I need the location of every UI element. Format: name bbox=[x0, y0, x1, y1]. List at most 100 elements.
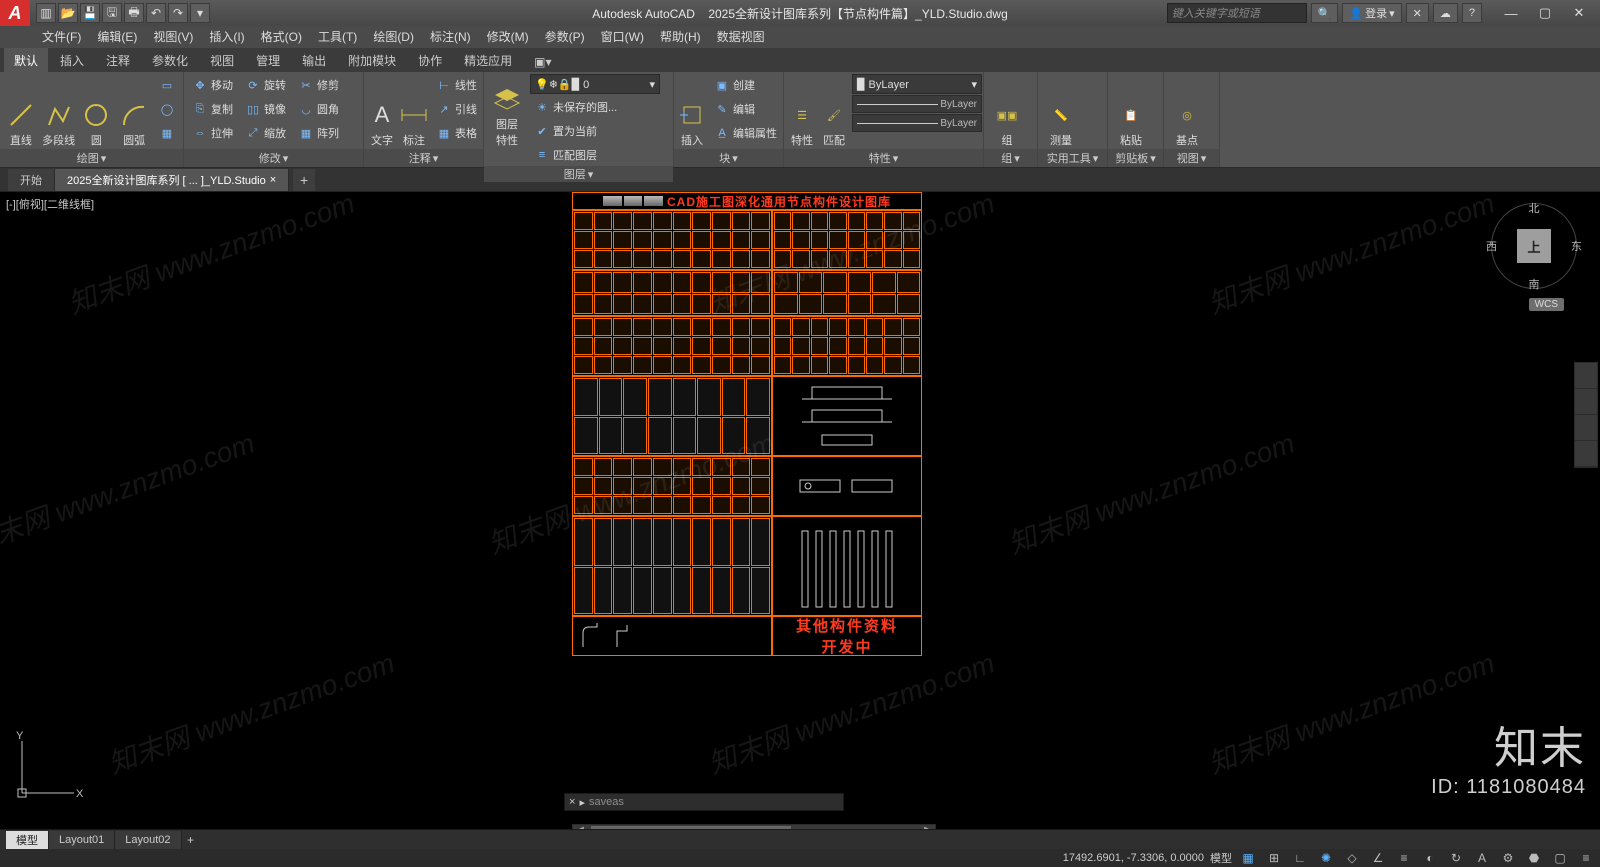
panel-title-layers[interactable]: 图层 ▾ bbox=[484, 166, 673, 182]
qat-dropdown-icon[interactable]: ▾ bbox=[190, 3, 210, 23]
leader-button[interactable]: ↗引线 bbox=[432, 98, 481, 120]
menu-format[interactable]: 格式(O) bbox=[253, 26, 310, 48]
hardware-accel-icon[interactable]: ⬣ bbox=[1524, 850, 1544, 866]
layer-props-button[interactable]: 图层 特性 bbox=[488, 74, 526, 148]
minimize-button[interactable]: — bbox=[1494, 0, 1528, 26]
layout-tab-1[interactable]: Layout01 bbox=[49, 831, 115, 849]
viewport-label[interactable]: [-][俯视][二维线框] bbox=[6, 196, 94, 212]
menu-param[interactable]: 参数(P) bbox=[537, 26, 593, 48]
arc-button[interactable]: 圆弧 bbox=[117, 74, 151, 148]
a360-icon[interactable]: ☁ bbox=[1433, 3, 1458, 23]
menu-dataview[interactable]: 数据视图 bbox=[709, 26, 773, 48]
new-tab-button[interactable]: + bbox=[293, 169, 315, 191]
panel-title-draw[interactable]: 绘图 ▾ bbox=[0, 149, 183, 167]
matchprop-button[interactable]: 🖌 匹配 bbox=[820, 74, 848, 148]
menu-draw[interactable]: 绘图(D) bbox=[365, 26, 422, 48]
annotation-scale-icon[interactable]: A bbox=[1472, 850, 1492, 866]
panel-title-utilities[interactable]: 实用工具 ▾ bbox=[1038, 149, 1107, 167]
edit-block-button[interactable]: ✎编辑 bbox=[710, 98, 781, 120]
group-button[interactable]: ▣▣ 组 bbox=[988, 74, 1026, 148]
wcs-label[interactable]: WCS bbox=[1529, 298, 1564, 311]
viewcube-west[interactable]: 西 bbox=[1486, 238, 1497, 254]
mirror-button[interactable]: ▯▯镜像 bbox=[241, 98, 290, 120]
ribbon-tab-expand-icon[interactable]: ▣▾ bbox=[524, 51, 561, 72]
qat-plot-icon[interactable]: 🖶 bbox=[124, 3, 144, 23]
nav-bar[interactable] bbox=[1574, 362, 1598, 468]
lineweight-toggle-icon[interactable]: ≡ bbox=[1394, 850, 1414, 866]
clean-screen-icon[interactable]: ▢ bbox=[1550, 850, 1570, 866]
menu-dim[interactable]: 标注(N) bbox=[422, 26, 479, 48]
ellipse-icon[interactable]: ◯ bbox=[155, 98, 179, 120]
qat-saveas-icon[interactable]: 🖫 bbox=[102, 3, 122, 23]
status-mode[interactable]: 模型 bbox=[1210, 850, 1232, 866]
qat-open-icon[interactable]: 📂 bbox=[58, 3, 78, 23]
viewcube-east[interactable]: 东 bbox=[1571, 238, 1582, 254]
workspace-icon[interactable]: ⚙ bbox=[1498, 850, 1518, 866]
ribbon-tab-insert[interactable]: 插入 bbox=[50, 48, 94, 72]
menu-help[interactable]: 帮助(H) bbox=[652, 26, 709, 48]
dim-button[interactable]: 标注 bbox=[400, 74, 428, 148]
edit-attr-button[interactable]: A̲编辑属性 bbox=[710, 122, 781, 144]
insert-block-button[interactable]: 插入 bbox=[678, 74, 706, 148]
panel-title-clipboard[interactable]: 剪贴板 ▾ bbox=[1108, 149, 1163, 167]
layout-add-button[interactable]: + bbox=[182, 833, 200, 847]
polar-toggle-icon[interactable]: ✺ bbox=[1316, 850, 1336, 866]
search-go-icon[interactable]: 🔍 bbox=[1311, 3, 1339, 23]
viewcube[interactable]: 上 北 南 东 西 bbox=[1486, 198, 1582, 294]
cmd-close-icon[interactable]: × bbox=[569, 796, 575, 808]
menu-insert[interactable]: 插入(I) bbox=[201, 26, 252, 48]
layerstate-button[interactable]: ☀未保存的图... bbox=[530, 96, 660, 118]
customize-status-icon[interactable]: ≡ bbox=[1576, 850, 1596, 866]
qat-redo-icon[interactable]: ↷ bbox=[168, 3, 188, 23]
drawing-area[interactable]: [-][俯视][二维线框] 上 北 南 东 西 WCS X Y CAD施工图深化… bbox=[0, 192, 1600, 831]
qat-new-icon[interactable]: ▥ bbox=[36, 3, 56, 23]
ribbon-tab-addins[interactable]: 附加模块 bbox=[338, 48, 406, 72]
scale-button[interactable]: ⤢缩放 bbox=[241, 122, 290, 144]
trim-button[interactable]: ✂修剪 bbox=[294, 74, 343, 96]
layer-match-button[interactable]: ≡匹配图层 bbox=[530, 144, 660, 166]
lineweight-dropdown[interactable]: ByLayer bbox=[852, 95, 982, 113]
ribbon-tab-manage[interactable]: 管理 bbox=[246, 48, 290, 72]
panel-title-group[interactable]: 组 ▾ bbox=[984, 149, 1037, 167]
ribbon-tab-view[interactable]: 视图 bbox=[200, 48, 244, 72]
qat-undo-icon[interactable]: ↶ bbox=[146, 3, 166, 23]
layer-current-button[interactable]: ✔置为当前 bbox=[530, 120, 601, 142]
panel-title-annotation[interactable]: 注释 ▾ bbox=[364, 149, 483, 167]
nav-zoom-icon[interactable] bbox=[1575, 415, 1597, 441]
layout-tab-2[interactable]: Layout02 bbox=[115, 831, 181, 849]
rotate-button[interactable]: ⟳旋转 bbox=[241, 74, 290, 96]
hatch-icon[interactable]: ▦ bbox=[155, 122, 179, 144]
help-search-input[interactable]: 键入关键字或短语 bbox=[1167, 3, 1307, 23]
close-button[interactable]: ✕ bbox=[1562, 0, 1596, 26]
transparency-toggle-icon[interactable]: ◐ bbox=[1420, 850, 1440, 866]
panel-title-properties[interactable]: 特性 ▾ bbox=[784, 149, 983, 167]
grid-toggle-icon[interactable]: ▦ bbox=[1238, 850, 1258, 866]
linetype-dropdown[interactable]: ByLayer bbox=[852, 114, 982, 132]
color-dropdown[interactable]: ▉ ByLayer▾ bbox=[852, 74, 982, 94]
exchange-icon[interactable]: ✕ bbox=[1406, 3, 1429, 23]
basepoint-button[interactable]: ◎ 基点 bbox=[1168, 74, 1206, 148]
menu-view[interactable]: 视图(V) bbox=[145, 26, 201, 48]
stretch-button[interactable]: ⇔拉伸 bbox=[188, 122, 237, 144]
ortho-toggle-icon[interactable]: ∟ bbox=[1290, 850, 1310, 866]
osnap-toggle-icon[interactable]: ◇ bbox=[1342, 850, 1362, 866]
ribbon-tab-featured[interactable]: 精选应用 bbox=[454, 48, 522, 72]
paste-button[interactable]: 📋 粘贴 bbox=[1112, 74, 1150, 148]
panel-title-view[interactable]: 视图 ▾ bbox=[1164, 149, 1219, 167]
layer-dropdown[interactable]: 💡❄🔒▉ 0▾ bbox=[530, 74, 660, 94]
panel-title-modify[interactable]: 修改 ▾ bbox=[184, 149, 363, 167]
linear-button[interactable]: ⊢线性 bbox=[432, 74, 481, 96]
qat-save-icon[interactable]: 💾 bbox=[80, 3, 100, 23]
ucs-icon[interactable]: X Y bbox=[14, 731, 84, 801]
rect-icon[interactable]: ▭ bbox=[155, 74, 179, 96]
maximize-button[interactable]: ▢ bbox=[1528, 0, 1562, 26]
menu-edit[interactable]: 编辑(E) bbox=[89, 26, 145, 48]
viewcube-north[interactable]: 北 bbox=[1529, 200, 1540, 216]
app-logo[interactable]: A bbox=[0, 0, 30, 26]
otrack-toggle-icon[interactable]: ∠ bbox=[1368, 850, 1388, 866]
menu-window[interactable]: 窗口(W) bbox=[593, 26, 652, 48]
nav-pan-icon[interactable] bbox=[1575, 389, 1597, 415]
menu-tools[interactable]: 工具(T) bbox=[310, 26, 365, 48]
menu-file[interactable]: 文件(F) bbox=[34, 26, 89, 48]
nav-wheel-icon[interactable] bbox=[1575, 363, 1597, 389]
